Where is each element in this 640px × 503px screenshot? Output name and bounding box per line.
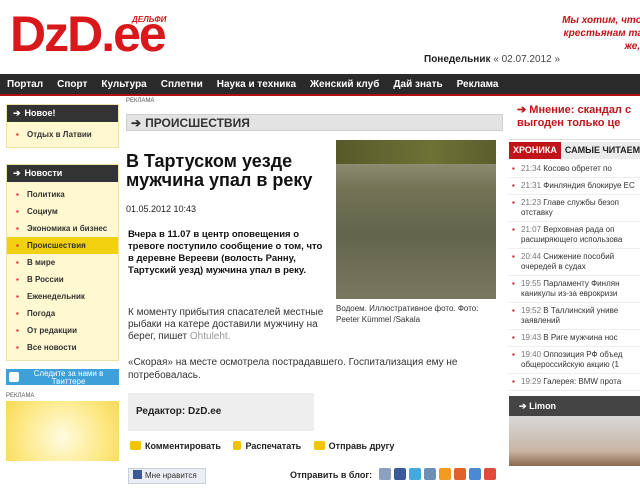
blog-icons	[379, 468, 499, 482]
article-lead: Вчера в 11.07 в центр оповещения о трево…	[128, 229, 323, 276]
print-icon	[233, 441, 242, 450]
nav-item-gossip[interactable]: Сплетни	[154, 74, 210, 96]
sidebar-item-society[interactable]: Социум	[7, 203, 118, 220]
nav-item-ads[interactable]: Реклама	[450, 74, 506, 96]
nav-item-feedback[interactable]: Дай знать	[386, 74, 449, 96]
article-paragraph-1: К моменту прибытия спасателей местные ры…	[128, 307, 333, 343]
category-header[interactable]: ➔ ПРОИСШЕСТВИЯ	[126, 114, 503, 131]
article-actions: Комментировать Распечатать Отправь другу	[130, 441, 505, 451]
new-box-title: Новое!	[24, 108, 56, 118]
date-label: « 02.07.2012 »	[493, 54, 561, 65]
news-item[interactable]: 20:44 Снижение пособий очередей в судах	[509, 249, 640, 276]
more-share-icon[interactable]	[484, 468, 496, 480]
left-sidebar: ➔Новое! Отдых в Латвии ➔Новости Политика…	[6, 104, 119, 461]
new-box-header: ➔ Новое!	[7, 105, 118, 122]
sidebar-item-economy[interactable]: Экономика и бизнес	[7, 220, 118, 237]
tab-chronicle[interactable]: ХРОНИКА	[509, 142, 561, 159]
news-item[interactable]: 21:23 Главе службы безоп отставку	[509, 195, 640, 222]
article-main: РЕКЛАМА ➔ ПРОИСШЕСТВИЯ В Тартуском уезде …	[126, 98, 503, 484]
nav-item-science[interactable]: Наука и техника	[210, 74, 303, 96]
mailru-icon[interactable]	[469, 468, 481, 480]
arrow-right-icon: ➔	[517, 104, 527, 116]
news-item[interactable]: 19:43 В Риге мужчина нос	[509, 330, 640, 347]
right-sidebar: ➔ Мнение: скандал с выгоден только це ХР…	[509, 100, 640, 466]
news-box-header: ➔ Новости	[7, 165, 118, 182]
nav-item-portal[interactable]: Портал	[0, 74, 50, 96]
promo-banner[interactable]: Мы хотим, чтоб крестьянам так же, к	[548, 14, 640, 53]
news-list: 21:34 Косово обретет по 21:31 Финляндия …	[509, 161, 640, 391]
sidebar-item-russia[interactable]: В России	[7, 271, 118, 288]
news-item[interactable]: 19:52 В Таллинский униве заявлений	[509, 303, 640, 330]
news-tabs: ХРОНИКА САМЫЕ ЧИТАЕМ	[509, 142, 640, 159]
sidebar-item-incidents[interactable]: Происшествия	[7, 237, 118, 254]
site-header: DzD.ee ДЕЛЬФИ Понедельник « 02.07.2012 »…	[0, 0, 640, 72]
nav-item-women[interactable]: Женский клуб	[303, 74, 386, 96]
nav-item-sport[interactable]: Спорт	[50, 74, 94, 96]
limon-photo[interactable]	[509, 416, 640, 466]
sidebar-item-politics[interactable]: Политика	[7, 186, 118, 203]
news-item[interactable]: 21:07 Верховная рада оп расширяющего исп…	[509, 222, 640, 249]
facebook-icon	[133, 470, 142, 479]
news-item[interactable]: 19:29 Галерея: BMW прота	[509, 374, 640, 391]
sidebar-ad-label: РЕКЛАМА	[6, 393, 35, 399]
news-item[interactable]: 19:40 Оппозиция РФ объед общероссийскую …	[509, 347, 640, 374]
pencil-icon[interactable]	[379, 468, 391, 480]
photo-riverbank	[336, 140, 496, 164]
arrow-right-icon: ➔	[519, 401, 527, 411]
limon-header[interactable]: ➔ Limon	[509, 396, 640, 416]
main-nav: Портал Спорт Культура Сплетни Наука и те…	[0, 74, 640, 96]
sidebar-ad-banner[interactable]	[6, 401, 119, 461]
envelope-icon	[313, 441, 325, 450]
blogger-icon[interactable]	[454, 468, 466, 480]
opinion-text: Мнение: скандал с выгоден только це	[517, 104, 632, 129]
article-photo[interactable]	[336, 140, 496, 299]
tab-most-read[interactable]: САМЫЕ ЧИТАЕМ	[561, 142, 640, 159]
news-item[interactable]: 21:34 Косово обретет по	[509, 161, 640, 178]
sidebar-item-weekly[interactable]: Еженедельник	[7, 288, 118, 305]
opinion-headline[interactable]: ➔ Мнение: скандал с выгоден только це	[509, 100, 640, 140]
news-item[interactable]: 19:55 Парламенту Финлян каникулы из-за е…	[509, 276, 640, 303]
vk-share-icon[interactable]	[424, 468, 436, 480]
source-link[interactable]: Ohtuleht.	[190, 331, 231, 342]
new-box: ➔Новое! Отдых в Латвии	[6, 104, 119, 148]
photo-caption: Водоем. Иллюстративное фото. Фото: Peete…	[336, 304, 479, 324]
category-title: ПРОИСШЕСТВИЯ	[145, 116, 250, 130]
comment-button[interactable]: Комментировать	[130, 441, 221, 451]
editor-box: Редактор: DzD.ee	[128, 393, 314, 431]
main-ad-label: РЕКЛАМА	[126, 98, 155, 104]
print-button[interactable]: Распечатать	[233, 441, 301, 451]
sidebar-item-all-news[interactable]: Все новости	[7, 339, 118, 356]
sidebar-item-editorial[interactable]: От редакции	[7, 322, 118, 339]
sidebar-item-world[interactable]: В мире	[7, 254, 118, 271]
nav-item-culture[interactable]: Культура	[94, 74, 153, 96]
sidebar-item-weather[interactable]: Погода	[7, 305, 118, 322]
twitter-icon	[9, 372, 19, 382]
limon-title: Limon	[529, 401, 557, 411]
arrow-right-icon: ➔	[13, 108, 21, 118]
send-to-friend-button[interactable]: Отправь другу	[313, 441, 394, 451]
sidebar-item-latvia[interactable]: Отдых в Латвии	[7, 126, 118, 143]
facebook-like-button[interactable]: Мне нравится	[128, 468, 206, 484]
news-item[interactable]: 21:31 Финляндия блокируе ЕС	[509, 178, 640, 195]
article-date: 01.05.2012 10:43	[126, 204, 197, 214]
article-paragraph-2: «Скорая» на месте осмотрела пострадавшег…	[128, 357, 458, 381]
news-box: ➔Новости Политика Социум Экономика и биз…	[6, 164, 119, 361]
twitter-follow-button[interactable]: Следите за нами в Твиттере	[6, 369, 119, 386]
twitter-label: Следите за нами в Твиттере	[33, 369, 104, 386]
arrow-right-icon: ➔	[13, 168, 21, 178]
arrow-right-icon: ➔	[131, 116, 142, 130]
facebook-share-icon[interactable]	[394, 468, 406, 480]
share-row: Мне нравится Отправить в блог:	[126, 468, 503, 484]
date-bar: Понедельник « 02.07.2012 »	[424, 54, 560, 65]
twitter-share-icon[interactable]	[409, 468, 421, 480]
logo-badge: ДЕЛЬФИ	[132, 15, 167, 24]
blog-share-label: Отправить в блог:	[290, 470, 373, 480]
odnoklassniki-icon[interactable]	[439, 468, 451, 480]
news-box-title: Новости	[24, 168, 63, 178]
day-label: Понедельник	[424, 54, 491, 65]
comment-icon	[130, 441, 141, 450]
article-title: В Тартуском уезде мужчина упал в реку	[126, 151, 313, 190]
